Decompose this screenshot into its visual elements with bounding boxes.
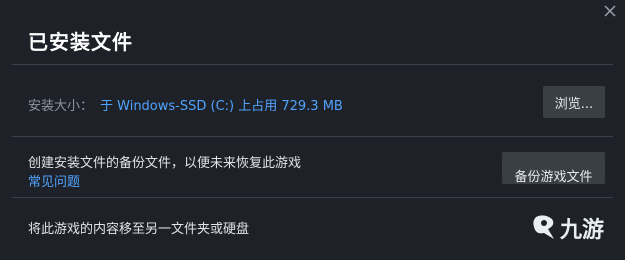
backup-description: 创建安装文件的备份文件，以便未来恢复此游戏 <box>28 156 302 171</box>
divider-middle <box>12 136 613 137</box>
divider-top <box>12 64 613 65</box>
watermark-text: 九游 <box>560 218 605 243</box>
divider-bottom <box>12 197 613 198</box>
watermark: 九游 <box>530 212 604 244</box>
install-size-value: 于 Windows-SSD (C:) 上占用 729.3 MB <box>100 99 343 114</box>
browse-button[interactable]: 浏览... <box>543 86 605 118</box>
install-size-label: 安装大小： <box>28 99 94 114</box>
close-icon <box>604 5 616 17</box>
close-button[interactable] <box>601 2 619 20</box>
backup-button-label: 备份游戏文件 <box>514 169 593 185</box>
page-title: 已安装文件 <box>28 30 133 54</box>
jiuyou-logo-icon <box>533 215 554 239</box>
faq-link[interactable]: 常见问题 <box>28 171 80 190</box>
backup-button[interactable]: 备份游戏文件 <box>502 152 605 184</box>
move-description[interactable]: 将此游戏的内容移至另一文件夹或硬盘 <box>28 218 249 237</box>
